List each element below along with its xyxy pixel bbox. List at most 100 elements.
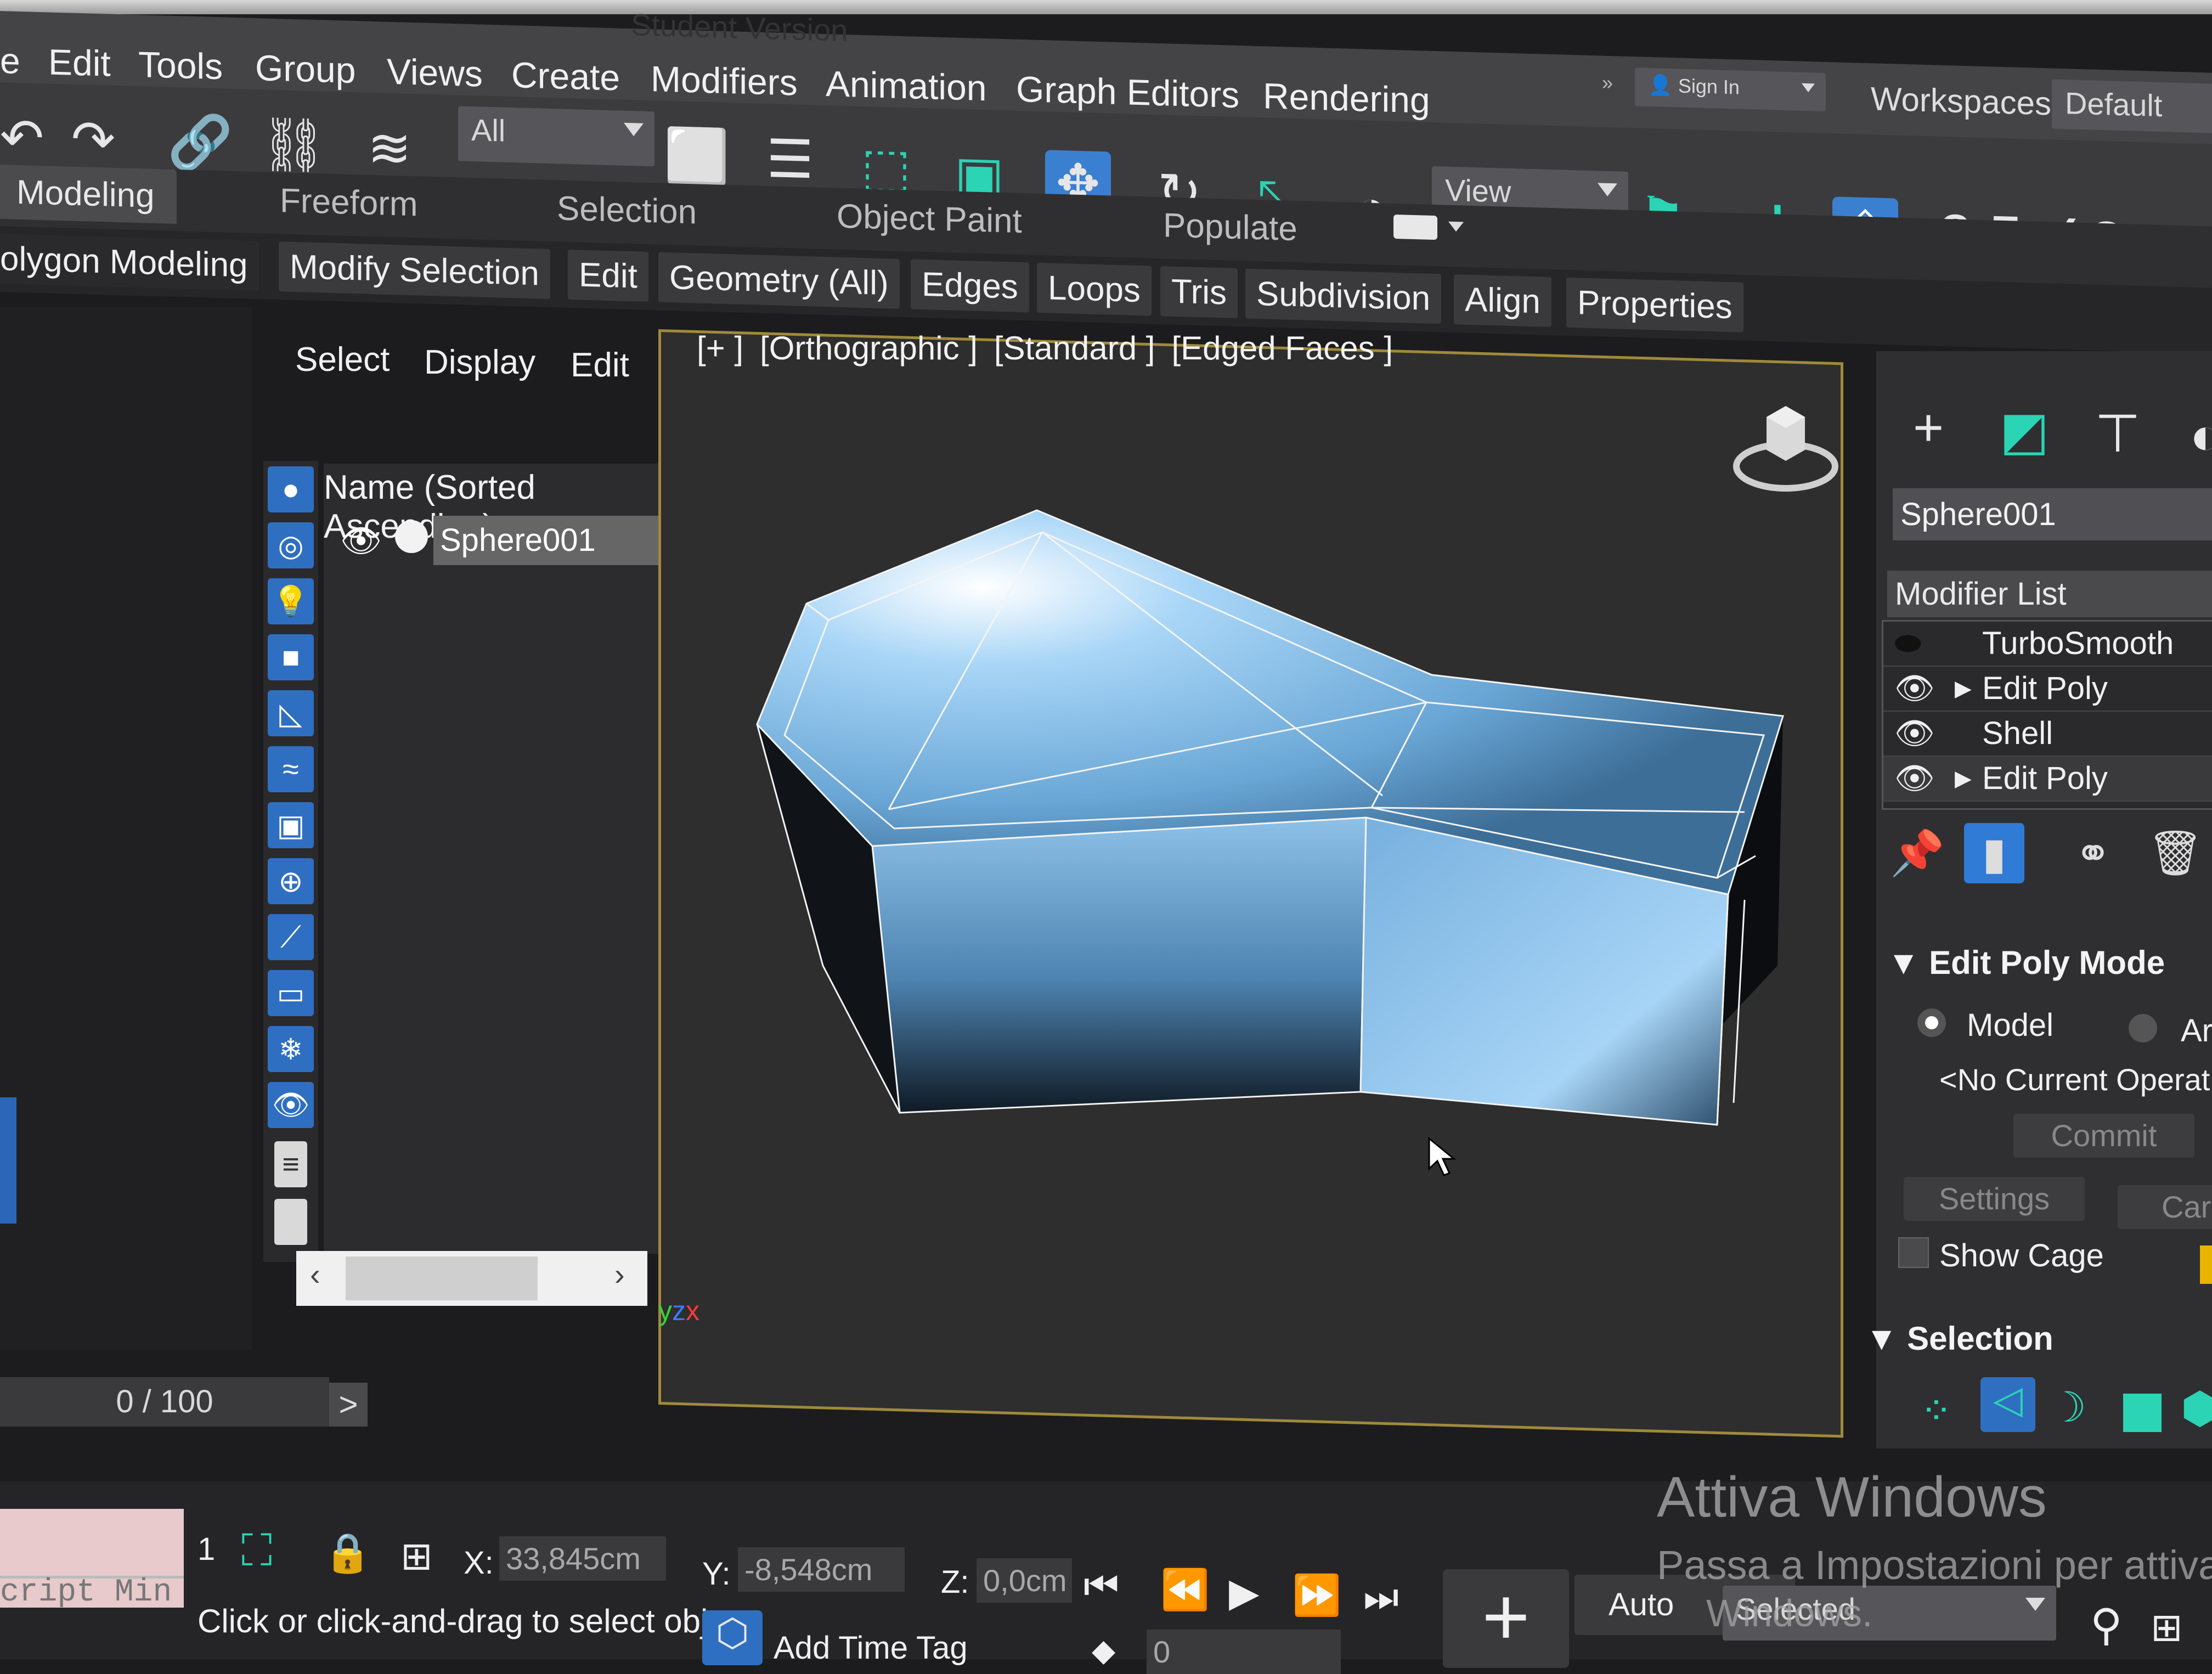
selection-lock-frame-icon[interactable]: ⛶ [241,1525,272,1576]
stack-item-shell[interactable]: 👁 Shell [1883,712,2212,757]
bones-filter-icon[interactable]: ⟋ [268,914,314,960]
explorer-menu-display[interactable]: Display [424,343,535,382]
select-object-icon[interactable]: ⬜ [664,123,730,190]
viewport-edged-faces[interactable]: [Edged Faces ] [1171,330,1393,367]
panel-tris[interactable]: Tris [1160,266,1238,319]
menu-overflow-icon[interactable]: » [1602,71,1613,95]
tab-freeform[interactable]: Freeform [280,181,417,224]
next-frame-button[interactable]: > [329,1383,368,1427]
chevron-down-icon[interactable] [1448,221,1464,232]
modify-tab-icon[interactable]: ◩ [1991,398,2057,464]
pin-stack-icon[interactable]: 📌 [1887,823,1948,883]
panel-edit[interactable]: Edit [568,249,648,302]
scene-row-sphere001[interactable]: Sphere001 [433,516,679,565]
eye-off-icon[interactable]: ⬬ [1894,622,1922,666]
time-slider[interactable]: 0 / 100 [0,1377,329,1427]
workspace-dropdown[interactable]: Default [2052,79,2212,134]
panel-geometry-all[interactable]: Geometry (All) [658,252,900,309]
make-unique-icon[interactable]: ⚭ [2063,823,2123,883]
list-icon[interactable]: ≡ [274,1141,307,1187]
xrefs-filter-icon[interactable]: ⊕ [268,858,314,904]
z-coordinate-field[interactable]: 0,0cm [977,1558,1072,1603]
eye-icon[interactable]: 👁 [1894,667,1935,711]
menu-item-views[interactable]: Views [387,50,483,95]
tab-object-paint[interactable]: Object Paint [837,197,1022,241]
shapes-filter-icon[interactable]: ◎ [268,522,314,568]
menu-item-fragment[interactable]: e [0,40,20,82]
go-to-end-icon[interactable]: ⏭ [1363,1575,1399,1621]
motion-tab-icon[interactable]: ◐ [2172,403,2212,469]
scroll-right-icon[interactable]: › [614,1256,625,1292]
link-icon[interactable]: 🔗 [167,109,233,177]
panel-polygon-modeling[interactable]: olygon Modeling [0,233,259,291]
scroll-left-icon[interactable]: ‹ [310,1256,320,1292]
lock-icon[interactable]: 🔒 [324,1531,371,1576]
sign-in-dropdown[interactable]: 👤 Sign In [1635,67,1826,111]
column-header-name[interactable]: Name (Sorted Ascending) [324,464,675,545]
zoom-icon[interactable]: ⚲ [2090,1599,2123,1650]
lights-filter-icon[interactable]: 💡 [268,578,314,624]
set-key-button[interactable]: + [1443,1569,1569,1668]
menu-item-edit[interactable]: Edit [48,41,111,84]
expand-triangle-icon[interactable]: ▶ [1955,757,1972,801]
viewport-shading-standard[interactable]: [Standard ] [994,330,1155,367]
menu-item-animation[interactable]: Animation [826,63,987,109]
groups-filter-icon[interactable]: ▣ [268,802,314,848]
model-radio[interactable] [1917,1008,1946,1037]
previous-frame-icon[interactable]: ⏪ [1160,1566,1210,1613]
add-time-tag-label[interactable]: Add Time Tag [774,1630,968,1666]
space-warps-filter-icon[interactable]: ≈ [268,746,314,792]
zoom-extents-icon[interactable]: ⊞ [2151,1605,2183,1650]
show-end-result-icon[interactable]: ▮ [1964,823,2024,883]
geometry-filter-icon[interactable]: ● [268,466,314,512]
cameras-filter-icon[interactable]: ■ [268,634,314,680]
absolute-mode-icon[interactable]: ⊞ [400,1534,433,1579]
x-coordinate-field[interactable]: 33,845cm [499,1536,666,1581]
element-subobject-icon[interactable]: ⬢ [2181,1383,2212,1434]
frozen-filter-icon[interactable]: ❄ [268,1026,314,1072]
cage-color-swatch[interactable] [2200,1245,2212,1284]
panel-subdivision[interactable]: Subdivision [1245,268,1442,324]
stack-item-edit-poly-base[interactable]: 👁 ▶ Edit Poly [1883,757,2212,802]
eye-icon[interactable]: 👁 [1894,757,1935,801]
menu-item-create[interactable]: Create [511,54,620,99]
settings-button[interactable]: Settings [1904,1177,2085,1221]
sphere001-mesh[interactable] [713,472,1810,1185]
explorer-menu-edit[interactable]: Edit [571,346,629,385]
vertex-subobject-icon[interactable]: ⁘ [1920,1388,1953,1433]
panel-edges[interactable]: Edges [911,259,1029,313]
add-time-tag-icon[interactable]: ⬡ [702,1610,763,1665]
bind-space-warp-icon[interactable]: ≋ [357,114,422,182]
show-cage-checkbox[interactable] [1898,1237,1929,1268]
commit-button[interactable]: Commit [2013,1114,2194,1158]
stack-item-edit-poly[interactable]: 👁 ▶ Edit Poly [1883,667,2212,712]
menu-item-tools[interactable]: Tools [138,43,223,87]
unlink-icon[interactable]: ⛓ [260,111,327,179]
animate-radio[interactable] [2129,1014,2157,1042]
current-frame-field[interactable]: 0 [1147,1630,1341,1674]
rollout-selection[interactable]: ▼ Selection [1865,1320,2053,1357]
object-name-field[interactable]: Sphere001 [1893,488,2212,540]
scrollbar-thumb[interactable] [346,1256,538,1300]
undo-icon[interactable]: ↶ [0,104,55,171]
expand-triangle-icon[interactable]: ▶ [1955,667,1972,711]
border-subobject-icon[interactable]: ☽ [2049,1383,2086,1431]
panel-modify-selection[interactable]: Modify Selection [279,241,550,300]
maxscript-listener[interactable]: cript Min [0,1509,184,1610]
panel-align[interactable]: Align [1454,274,1551,327]
hierarchy-tab-icon[interactable]: ⊤ [2085,401,2151,466]
menu-item-graph-editors[interactable]: Graph Editors [1016,68,1239,116]
remove-modifier-icon[interactable]: 🗑 [2145,823,2205,883]
hidden-filter-icon[interactable]: 👁 [268,1082,314,1128]
tab-populate[interactable]: Populate [1163,206,1297,249]
selection-filter-dropdown[interactable]: All [458,106,654,167]
eye-icon[interactable]: 👁 [1894,712,1935,756]
create-tab-icon[interactable]: + [1895,395,1961,461]
stack-item-turbosmooth[interactable]: ⬬ TurboSmooth [1883,622,2212,667]
cancel-button[interactable]: Car [2118,1185,2212,1229]
viewport-label[interactable]: [+ ] [Orthographic ] [Standard ] [Edged Fac… [697,329,1409,367]
left-dock-tab[interactable] [0,1097,16,1224]
ribbon-toggle-icon[interactable] [1393,214,1437,240]
go-to-start-icon[interactable]: ⏮ [1084,1564,1119,1610]
rollout-edit-poly-mode[interactable]: ▼ Edit Poly Mode [1887,944,2165,982]
